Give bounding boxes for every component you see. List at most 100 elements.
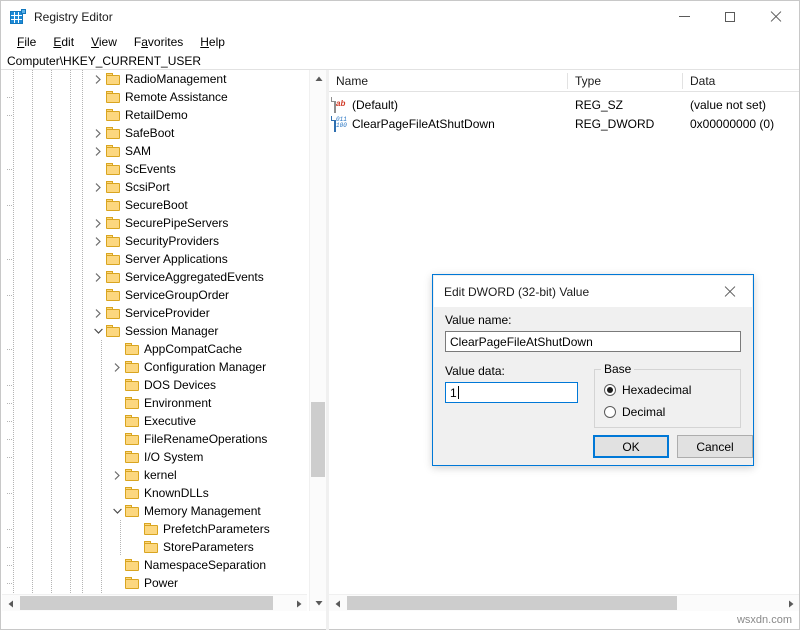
folder-icon (125, 559, 140, 572)
tree-indent-guide (32, 88, 33, 106)
chevron-right-icon[interactable] (90, 268, 106, 286)
radio-decimal[interactable]: Decimal (604, 405, 665, 419)
address-bar[interactable]: Computer\HKEY_CURRENT_USER (1, 52, 799, 70)
tree-indent-guide (70, 196, 71, 214)
tree-item[interactable]: RadioManagement (2, 70, 307, 88)
tree-scroll-left-icon[interactable] (2, 595, 19, 611)
tree-item[interactable]: SafeBoot (2, 124, 307, 142)
chevron-right-icon[interactable] (90, 178, 106, 196)
tree-hscroll-thumb[interactable] (20, 596, 273, 610)
dialog-close-button[interactable] (708, 276, 752, 307)
tree-item-label: Remote Assistance (125, 90, 228, 104)
column-header-data[interactable]: Data (683, 70, 799, 91)
tree-indent-guide (32, 358, 33, 376)
tree-indent-guide (13, 88, 14, 106)
value-data-input[interactable]: 1 (445, 382, 578, 403)
tree-indent-guide (82, 124, 83, 142)
list-hscroll-thumb[interactable] (347, 596, 677, 610)
menu-help[interactable]: Help (192, 33, 234, 51)
tree-item-label: SecurePipeServers (125, 216, 228, 230)
tree-item[interactable]: SecureBoot (2, 196, 307, 214)
tree-item[interactable]: ScsiPort (2, 178, 307, 196)
tree-item-label: ServiceProvider (125, 306, 210, 320)
tree-indent-guide (13, 340, 14, 358)
tree-item[interactable]: ServiceAggregatedEvents (2, 268, 307, 286)
tree-indent-guide (82, 556, 83, 574)
tree-indent-guide (70, 106, 71, 124)
tree-indent-guide (51, 286, 52, 304)
tree-item[interactable]: kernel (2, 466, 307, 484)
tree-item[interactable]: SecurePipeServers (2, 214, 307, 232)
menu-edit-rest: dit (61, 35, 74, 49)
table-row[interactable]: ab(Default)REG_SZ(value not set) (329, 95, 799, 114)
ok-button[interactable]: OK (593, 435, 669, 458)
column-header-name[interactable]: Name (329, 70, 567, 91)
menu-file[interactable]: File (9, 33, 45, 51)
chevron-right-icon[interactable] (90, 214, 106, 232)
tree-scroll-right-icon[interactable] (290, 595, 307, 611)
tree-item[interactable]: I/O System (2, 448, 307, 466)
chevron-right-icon[interactable] (90, 304, 106, 322)
tree-item[interactable]: Configuration Manager (2, 358, 307, 376)
radio-hexadecimal[interactable]: Hexadecimal (604, 383, 691, 397)
tree-indent-guide (13, 502, 14, 520)
tree-item[interactable]: DOS Devices (2, 376, 307, 394)
registry-tree[interactable]: RadioManagement Remote Assistance RetailDe… (2, 70, 307, 611)
tree-item[interactable]: Memory Management (2, 502, 307, 520)
tree-scroll-down-icon[interactable] (310, 594, 326, 611)
tree-item[interactable]: RetailDemo (2, 106, 307, 124)
column-header-type[interactable]: Type (568, 70, 682, 91)
list-horizontal-scrollbar[interactable] (329, 594, 799, 611)
tree-item[interactable]: Environment (2, 394, 307, 412)
list-scroll-right-icon[interactable] (782, 595, 799, 611)
menu-favorites[interactable]: Favorites (126, 33, 192, 51)
value-name-input[interactable]: ClearPageFileAtShutDown (445, 331, 741, 352)
value-data-text: 1 (450, 386, 457, 400)
maximize-button[interactable] (707, 1, 753, 32)
chevron-down-icon[interactable] (90, 322, 106, 340)
chevron-right-icon[interactable] (90, 124, 106, 142)
tree-item[interactable]: SAM (2, 142, 307, 160)
tree-item-label: ServiceAggregatedEvents (125, 270, 264, 284)
tree-vertical-scrollbar[interactable] (309, 70, 326, 611)
tree-indent-guide (51, 574, 52, 592)
tree-indent-guide (51, 322, 52, 340)
chevron-right-icon[interactable] (109, 358, 125, 376)
tree-item[interactable]: AppCompatCache (2, 340, 307, 358)
tree-item[interactable]: ScEvents (2, 160, 307, 178)
chevron-right-icon[interactable] (90, 142, 106, 160)
folder-icon (106, 199, 121, 212)
table-row[interactable]: 011100ClearPageFileAtShutDownREG_DWORD0x… (329, 114, 799, 133)
tree-item[interactable]: Remote Assistance (2, 88, 307, 106)
tree-item[interactable]: SecurityProviders (2, 232, 307, 250)
tree-item[interactable]: NamespaceSeparation (2, 556, 307, 574)
tree-item[interactable]: KnownDLLs (2, 484, 307, 502)
tree-item[interactable]: FileRenameOperations (2, 430, 307, 448)
cancel-button[interactable]: Cancel (677, 435, 753, 458)
chevron-right-icon[interactable] (90, 232, 106, 250)
tree-item[interactable]: ServiceGroupOrder (2, 286, 307, 304)
tree-indent-guide (70, 340, 71, 358)
tree-item[interactable]: Executive (2, 412, 307, 430)
tree-item[interactable]: Power (2, 574, 307, 592)
tree-indent-guide (51, 556, 52, 574)
list-scroll-left-icon[interactable] (329, 595, 346, 611)
tree-indent-guide (70, 520, 71, 538)
chevron-right-icon[interactable] (90, 70, 106, 88)
tree-indent-guide (82, 304, 83, 322)
tree-scroll-thumb[interactable] (311, 402, 325, 477)
tree-item[interactable]: Session Manager (2, 322, 307, 340)
minimize-button[interactable] (661, 1, 707, 32)
chevron-down-icon[interactable] (109, 502, 125, 520)
tree-item[interactable]: ServiceProvider (2, 304, 307, 322)
folder-icon (125, 379, 140, 392)
tree-scroll-up-icon[interactable] (310, 70, 326, 87)
close-button[interactable] (753, 1, 799, 32)
tree-horizontal-scrollbar[interactable] (2, 594, 307, 611)
chevron-right-icon[interactable] (109, 466, 125, 484)
tree-item[interactable]: PrefetchParameters (2, 520, 307, 538)
tree-item[interactable]: StoreParameters (2, 538, 307, 556)
menu-view[interactable]: View (83, 33, 126, 51)
menu-edit[interactable]: Edit (45, 33, 83, 51)
tree-item[interactable]: Server Applications (2, 250, 307, 268)
